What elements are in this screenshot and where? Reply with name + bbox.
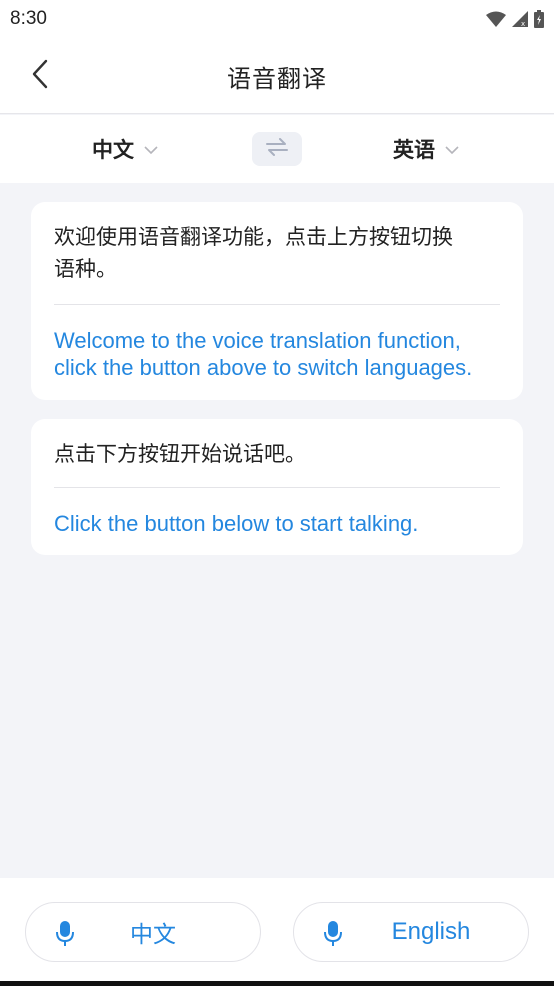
speak-english-label: English bbox=[391, 918, 471, 945]
translated-text-line: click the button above to switch languag… bbox=[54, 355, 473, 380]
speak-chinese-button[interactable]: 中文 bbox=[25, 902, 261, 962]
svg-text:x: x bbox=[521, 20, 525, 27]
source-language-label: 中文 bbox=[92, 138, 134, 162]
target-language-label: 英语 bbox=[393, 138, 435, 162]
screen: 8:30 x 语音翻译 中文 英语 欢迎使用语音翻译功能，点击上方按钮切换 语种… bbox=[0, 0, 554, 986]
status-bar: 8:30 x bbox=[0, 0, 554, 38]
source-text: 点击下方按钮开始说话吧。 bbox=[54, 442, 306, 466]
signal-icon: x bbox=[512, 11, 528, 27]
target-language-select[interactable]: 英语 bbox=[393, 115, 459, 183]
speak-english-button[interactable]: English bbox=[293, 902, 529, 962]
back-button[interactable] bbox=[22, 56, 58, 96]
chevron-down-icon bbox=[144, 140, 158, 159]
source-language-select[interactable]: 中文 bbox=[92, 115, 158, 183]
status-icons: x bbox=[486, 10, 544, 28]
language-bar: 中文 英语 bbox=[0, 115, 554, 183]
swap-arrows-icon bbox=[266, 138, 288, 160]
translated-text: Click the button below to start talking. bbox=[54, 511, 419, 536]
speak-chinese-label: 中文 bbox=[130, 922, 176, 948]
chevron-left-icon bbox=[31, 59, 49, 93]
battery-icon bbox=[534, 10, 544, 28]
translation-card: 欢迎使用语音翻译功能，点击上方按钮切换 语种。 Welcome to the v… bbox=[31, 202, 523, 400]
wifi-icon bbox=[486, 11, 506, 27]
translation-card: 点击下方按钮开始说话吧。 Click the button below to s… bbox=[31, 419, 523, 555]
status-time: 8:30 bbox=[10, 8, 47, 29]
app-header: 语音翻译 bbox=[0, 38, 554, 114]
source-text-line: 欢迎使用语音翻译功能，点击上方按钮切换 bbox=[54, 225, 453, 249]
page-title: 语音翻译 bbox=[227, 64, 327, 93]
swap-languages-button[interactable] bbox=[252, 132, 302, 166]
bottom-bar: 中文 English bbox=[0, 878, 554, 981]
chevron-down-icon bbox=[445, 140, 459, 159]
translated-text-line: Welcome to the voice translation functio… bbox=[54, 328, 461, 353]
navigation-bar bbox=[0, 981, 554, 986]
translated-text: Welcome to the voice translation functio… bbox=[54, 305, 500, 381]
source-text: 欢迎使用语音翻译功能，点击上方按钮切换 语种。 bbox=[54, 202, 500, 304]
source-text-line: 语种。 bbox=[54, 257, 117, 281]
